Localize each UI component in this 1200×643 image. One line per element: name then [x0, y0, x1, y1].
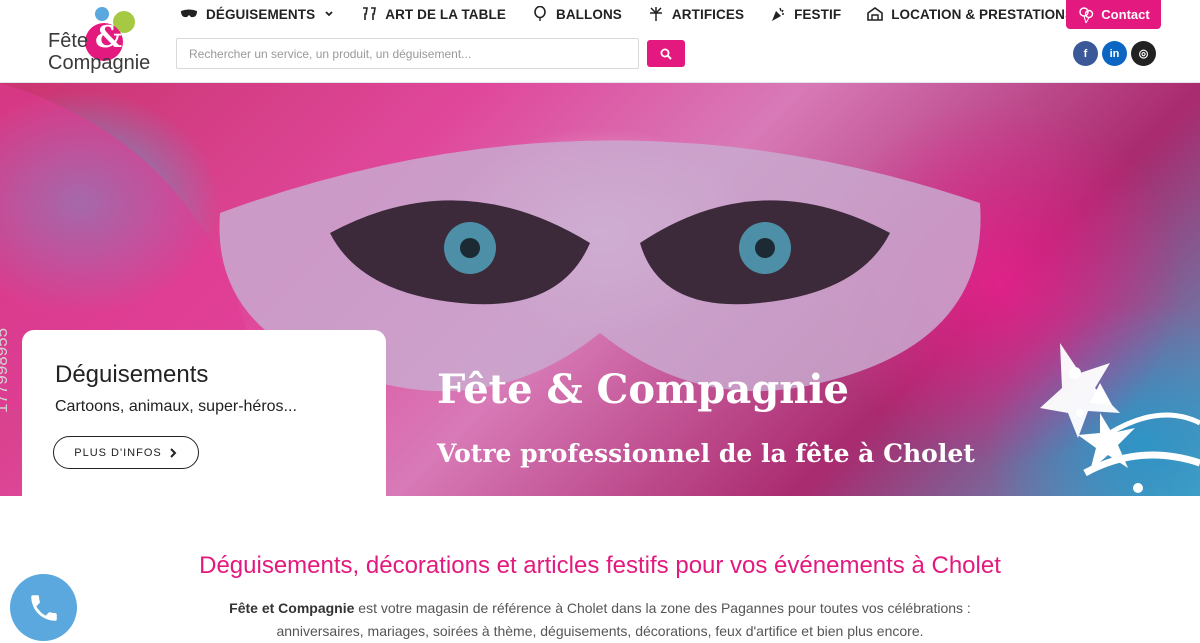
nav-label: ART DE LA TABLE	[385, 6, 506, 22]
main-nav: DÉGUISEMENTS ART DE LA TABLE BALLONS ART…	[180, 4, 1100, 24]
intro-paragraph: Fête et Compagnie est votre magasin de r…	[150, 597, 1050, 643]
side-watermark-number: 177998955	[0, 327, 11, 413]
search-icon	[660, 48, 672, 60]
glasses-icon	[363, 7, 377, 20]
nav-item-artifices[interactable]: ARTIFICES	[648, 6, 744, 22]
more-info-button[interactable]: PLUS D'INFOS	[53, 436, 199, 469]
logo-ampersand: &	[95, 20, 123, 55]
phone-call-button[interactable]	[10, 574, 77, 641]
nav-label: FESTIF	[794, 6, 842, 22]
nav-item-deguisements[interactable]: DÉGUISEMENTS	[180, 7, 335, 22]
contact-button[interactable]: Contact	[1066, 0, 1161, 29]
more-info-label: PLUS D'INFOS	[74, 446, 162, 459]
contact-label: Contact	[1101, 7, 1150, 22]
chevron-down-icon	[325, 11, 333, 17]
nav-label: DÉGUISEMENTS	[206, 6, 316, 22]
nav-item-art-de-la-table[interactable]: ART DE LA TABLE	[361, 6, 506, 22]
logo-text-fete: Fête	[48, 30, 89, 52]
site-logo[interactable]: Fête & Compagnie	[44, 4, 164, 78]
instagram-icon[interactable]: ◎	[1131, 41, 1156, 66]
nav-item-ballons[interactable]: BALLONS	[532, 6, 622, 22]
mask-icon	[181, 9, 197, 18]
nav-item-location-prestations[interactable]: LOCATION & PRESTATIONS	[867, 6, 1074, 22]
linkedin-icon[interactable]: in	[1102, 41, 1127, 66]
tent-icon	[867, 7, 883, 21]
balloons-icon	[1079, 6, 1094, 23]
intro-bold: Fête et Compagnie	[229, 600, 355, 616]
hero-banner: 177998955 Déguisements Cartoons, animaux…	[0, 83, 1200, 496]
section-heading: Déguisements, décorations et articles fe…	[199, 552, 1001, 579]
intro-line2: anniversaires, mariages, soirées à thème…	[276, 623, 924, 639]
nav-label: BALLONS	[555, 6, 622, 22]
logo-text-compagnie: Compagnie	[48, 52, 151, 74]
hero-subtitle: Votre professionnel de la fête à Cholet	[437, 439, 975, 468]
nav-item-festif[interactable]: FESTIF	[770, 6, 841, 22]
phone-icon	[30, 594, 57, 621]
chevron-right-icon	[170, 447, 177, 458]
category-card: Déguisements Cartoons, animaux, super-hé…	[22, 330, 386, 496]
card-title: Déguisements	[55, 361, 209, 388]
nav-label: LOCATION & PRESTATIONS	[891, 6, 1075, 22]
party-icon	[772, 7, 785, 21]
balloon-icon	[534, 6, 546, 21]
search-button[interactable]	[647, 40, 685, 67]
nav-label: ARTIFICES	[671, 6, 745, 22]
facebook-icon[interactable]: f	[1073, 41, 1098, 66]
card-subtitle: Cartoons, animaux, super-héros...	[55, 398, 297, 415]
intro-line1: est votre magasin de référence à Cholet …	[354, 600, 971, 616]
site-header: Fête & Compagnie DÉGUISEMENTS ART DE LA …	[0, 0, 1200, 83]
search-input[interactable]: Rechercher un service, un produit, un dé…	[176, 38, 639, 69]
hero-title: Fête & Compagnie	[437, 366, 849, 413]
firework-icon	[649, 7, 662, 21]
